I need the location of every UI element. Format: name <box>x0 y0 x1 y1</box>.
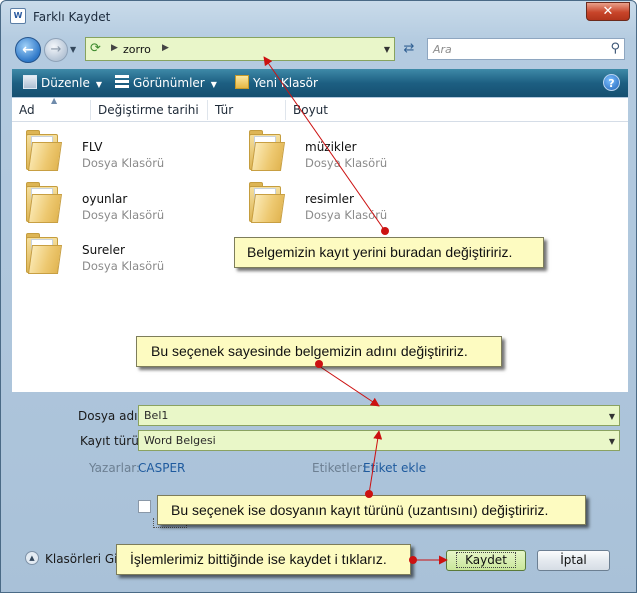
list-item[interactable]: oyunlar Dosya Klasörü <box>22 180 222 226</box>
callout-save: İşlemlerimiz bittiğinde ise kaydet i tık… <box>116 544 411 575</box>
folder-icon <box>22 128 63 174</box>
chevron-up-icon[interactable]: ▲ <box>25 551 39 565</box>
chevron-down-icon: ▼ <box>95 80 103 89</box>
recent-pages-dropdown[interactable]: ▼ <box>70 45 76 54</box>
refresh-button[interactable]: ⇄ <box>398 39 420 59</box>
file-type: Dosya Klasörü <box>305 156 388 170</box>
tags-label: Etiketler: <box>312 461 366 475</box>
chevron-down-icon[interactable]: ▼ <box>609 412 615 421</box>
organize-icon <box>23 75 37 89</box>
callout-location: Belgemizin kayıt yerini buradan değiştir… <box>234 237 544 268</box>
callout-dot <box>409 556 417 564</box>
views-label: Görünümler <box>133 76 205 90</box>
save-button[interactable]: Kaydet <box>446 550 526 571</box>
filename-label: Dosya adı: <box>78 409 142 423</box>
sort-ascending-icon: ▲ <box>51 96 58 105</box>
chevron-down-icon: ▼ <box>210 80 217 89</box>
list-item[interactable]: FLV Dosya Klasörü <box>22 128 222 174</box>
folder-navigate-icon: ⟳ <box>90 41 101 56</box>
filename-value: Bel1 <box>144 409 169 422</box>
file-type: Dosya Klasörü <box>82 156 165 170</box>
refresh-icon: ⇄ <box>403 41 415 56</box>
folder-icon <box>22 231 63 277</box>
search-input[interactable]: Ara ⚲ <box>427 38 625 60</box>
folder-icon <box>22 180 63 226</box>
callout-dot <box>315 360 323 368</box>
title-bar: W Farklı Kaydet ✕ <box>1 1 636 33</box>
breadcrumb-chevron-icon[interactable]: ▶ <box>111 43 118 53</box>
filename-field[interactable]: Bel1 ▼ <box>138 405 620 426</box>
search-icon[interactable]: ⚲ <box>610 41 620 56</box>
views-icon <box>115 75 129 89</box>
column-date-modified[interactable]: Değiştirme tarihi <box>98 103 199 117</box>
views-button[interactable]: Görünümler ▼ <box>115 75 217 90</box>
window-title: Farklı Kaydet <box>33 10 111 24</box>
filetype-select[interactable]: Word Belgesi ▼ <box>138 430 620 451</box>
forward-arrow-icon: → <box>50 42 62 57</box>
file-name: Sureler <box>82 243 125 257</box>
help-icon[interactable]: ? <box>603 74 620 91</box>
filetype-value: Word Belgesi <box>144 434 216 447</box>
save-thumbnail-checkbox[interactable] <box>138 500 151 513</box>
back-button[interactable]: ← <box>15 37 41 63</box>
file-name: müzikler <box>305 140 357 154</box>
new-folder-label: Yeni Klasör <box>253 76 318 90</box>
list-item[interactable]: müzikler Dosya Klasörü <box>245 128 445 174</box>
chevron-down-icon[interactable]: ▼ <box>609 437 615 446</box>
breadcrumb-chevron-icon[interactable]: ▶ <box>162 43 169 53</box>
list-item[interactable]: resimler Dosya Klasörü <box>245 180 445 226</box>
new-folder-button[interactable]: Yeni Klasör <box>235 75 318 90</box>
word-app-icon: W <box>10 8 26 24</box>
address-dropdown-icon[interactable]: ▼ <box>384 45 390 54</box>
folder-icon <box>245 128 286 174</box>
column-type[interactable]: Tür <box>215 103 233 117</box>
cancel-button[interactable]: İptal <box>537 550 610 571</box>
forward-button[interactable]: → <box>44 38 68 62</box>
breadcrumb-zorro[interactable]: zorro <box>123 43 151 56</box>
file-name: oyunlar <box>82 192 128 206</box>
address-bar[interactable]: ⟳ ▶ zorro ▶ ▼ <box>85 37 395 61</box>
authors-field[interactable]: CASPER <box>138 461 185 475</box>
close-button[interactable]: ✕ <box>586 2 630 21</box>
callout-filetype: Bu seçenek ise dosyanın kayıt türünü (uz… <box>157 495 586 525</box>
file-type: Dosya Klasörü <box>82 208 165 222</box>
hide-folders-button[interactable]: Klasörleri Gizl <box>45 552 127 566</box>
tags-field[interactable]: Etiket ekle <box>363 461 426 475</box>
callout-dot <box>365 490 373 498</box>
callout-dot <box>381 227 389 235</box>
column-size[interactable]: Boyut <box>293 103 328 117</box>
file-name: resimler <box>305 192 354 206</box>
column-name[interactable]: Ad <box>19 103 35 117</box>
list-item[interactable]: Sureler Dosya Klasörü <box>22 231 222 277</box>
organize-button[interactable]: Düzenle ▼ <box>23 75 102 90</box>
folder-icon <box>245 180 286 226</box>
organize-label: Düzenle <box>41 76 90 90</box>
search-placeholder: Ara <box>433 43 452 56</box>
file-type: Dosya Klasörü <box>82 259 165 273</box>
column-header: ▲ Ad Değiştirme tarihi Tür Boyut <box>12 96 628 122</box>
file-type: Dosya Klasörü <box>305 208 388 222</box>
new-folder-icon <box>235 75 249 89</box>
authors-label: Yazarlar: <box>89 461 141 475</box>
filetype-label: Kayıt türü: <box>80 434 143 448</box>
toolbar: Düzenle ▼ Görünümler ▼ Yeni Klasör ? <box>12 69 628 97</box>
save-label: Kaydet <box>456 552 516 568</box>
back-arrow-icon: ← <box>22 42 34 58</box>
save-as-dialog: W Farklı Kaydet ✕ ← → ▼ ⟳ ▶ zorro ▶ ▼ ⇄ … <box>0 0 637 593</box>
file-name: FLV <box>82 140 103 154</box>
